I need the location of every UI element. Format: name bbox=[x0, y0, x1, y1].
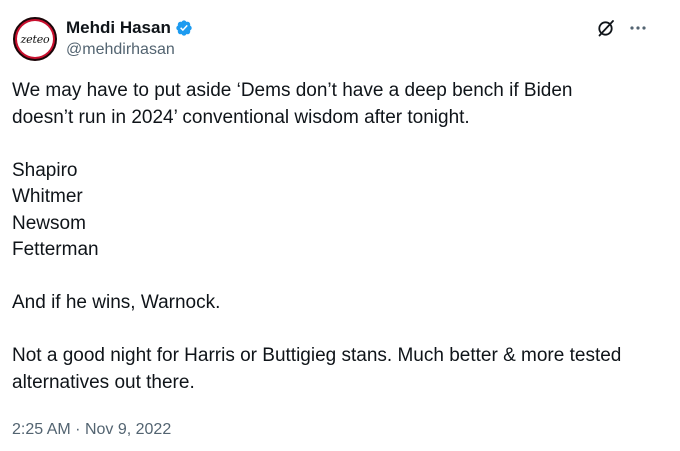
tweet-time[interactable]: 2:25 AM bbox=[12, 421, 71, 438]
tweet-name-item: Newsom bbox=[12, 212, 86, 234]
tweet-text-line: Not a good night for Harris or Buttigieg… bbox=[12, 345, 622, 366]
grok-icon[interactable] bbox=[596, 18, 616, 38]
display-name[interactable]: Mehdi Hasan bbox=[66, 18, 171, 38]
tweet-text-line: And if he wins, Warnock. bbox=[12, 292, 221, 313]
name-row: Mehdi Hasan bbox=[66, 17, 193, 39]
tweet-date[interactable]: Nov 9, 2022 bbox=[85, 421, 171, 438]
avatar[interactable]: zeteo bbox=[13, 17, 57, 61]
author-block: Mehdi Hasan @mehdirhasan bbox=[66, 17, 193, 59]
avatar-logo-text: zeteo bbox=[20, 32, 50, 46]
tweet-text-line: alternatives out there. bbox=[12, 371, 195, 393]
tweet-actions bbox=[596, 18, 648, 38]
handle[interactable]: @mehdirhasan bbox=[66, 41, 193, 59]
tweet-text-line: We may have to put aside ‘Dems don’t hav… bbox=[12, 80, 573, 101]
timestamp-separator: · bbox=[75, 421, 81, 438]
tweet: zeteo Mehdi Hasan @mehdirhasan We may ha… bbox=[0, 0, 680, 451]
more-icon[interactable] bbox=[628, 18, 648, 38]
avatar-logo: zeteo bbox=[17, 21, 53, 57]
verified-badge-icon[interactable] bbox=[175, 19, 193, 37]
tweet-timestamp: 2:25 AM · Nov 9, 2022 bbox=[12, 421, 171, 439]
tweet-text: We may have to put aside ‘Dems don’t hav… bbox=[12, 78, 662, 396]
tweet-name-item: Shapiro bbox=[12, 159, 78, 181]
tweet-name-item: Fetterman bbox=[12, 239, 99, 260]
tweet-text-line: doesn’t run in 2024’ conventional wisdom… bbox=[12, 106, 470, 128]
tweet-name-item: Whitmer bbox=[12, 186, 83, 207]
